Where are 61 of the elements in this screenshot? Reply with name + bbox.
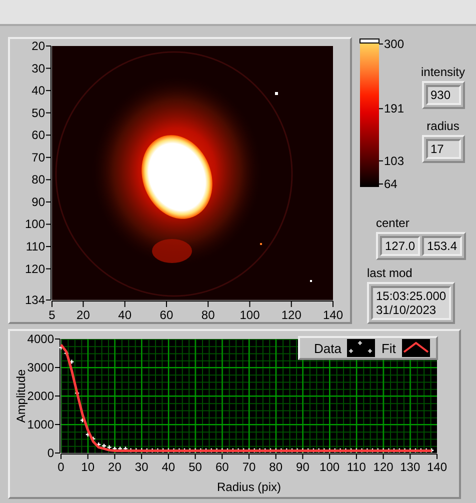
plus-markers-icon xyxy=(347,339,376,357)
tick-label: 60 xyxy=(215,460,229,474)
tick-label: 191 xyxy=(384,102,404,116)
tick-label: 40 xyxy=(118,308,132,322)
axis-title: Amplitude xyxy=(14,369,28,423)
tick-label: 20 xyxy=(32,39,45,53)
tick-label: 140 xyxy=(426,460,448,474)
tick-label: 80 xyxy=(32,172,45,187)
tick-label: 60 xyxy=(32,128,45,142)
tick-label: 110 xyxy=(26,240,45,254)
tick-label: 50 xyxy=(32,106,45,120)
tick-label: 50 xyxy=(188,460,202,474)
indicator-label: center xyxy=(376,216,410,230)
tick-label: 80 xyxy=(201,308,215,322)
tick-label: 4000 xyxy=(27,332,54,346)
tick-label: 30 xyxy=(134,460,148,474)
value-display: 17 xyxy=(426,139,460,159)
tick-mark xyxy=(378,108,384,110)
tick-label: 70 xyxy=(32,150,45,164)
tick-label: 40 xyxy=(162,460,176,474)
tick-label: 20 xyxy=(108,460,122,474)
indicator-label: last mod xyxy=(367,266,412,280)
value-display: 15:03:25.000 31/10/2023 xyxy=(371,286,452,320)
tick-label: 110 xyxy=(346,460,366,474)
tick-label: 3000 xyxy=(27,360,54,374)
tick-label: 30 xyxy=(32,61,45,76)
tick-label: 90 xyxy=(32,194,45,209)
tick-label: 64 xyxy=(384,177,398,190)
tick-label: 80 xyxy=(269,460,283,474)
value-display: 153.4 xyxy=(422,236,462,256)
tick-label: 0 xyxy=(47,446,54,460)
tick-label: 120 xyxy=(24,262,45,276)
tick-label: 100 xyxy=(240,308,260,322)
tick-label: 103 xyxy=(384,154,404,168)
tick-label: 120 xyxy=(373,460,394,474)
line-peak-icon xyxy=(402,339,430,357)
tick-label: 0 xyxy=(58,460,64,474)
tick-mark xyxy=(378,160,384,162)
legend-label: Data xyxy=(314,340,342,356)
tick-label: 120 xyxy=(281,308,302,322)
tick-label: 90 xyxy=(296,460,310,474)
indicator-label: intensity xyxy=(420,65,466,79)
tick-label: 100 xyxy=(24,217,45,232)
tick-label: 40 xyxy=(32,84,45,98)
tick-label: 20 xyxy=(76,308,90,322)
tick-label: 130 xyxy=(400,460,420,474)
tick-label: 140 xyxy=(322,308,344,322)
legend-label: Fit xyxy=(381,340,396,356)
tick-label: 2000 xyxy=(27,389,54,403)
value-display: 930 xyxy=(426,85,460,105)
tick-label: 70 xyxy=(242,460,256,474)
value-display: 127.0 xyxy=(380,236,420,256)
axis-title: Radius (pix) xyxy=(216,480,282,494)
tick-label: 100 xyxy=(320,460,340,474)
tick-label: 300 xyxy=(384,38,404,51)
tick-label: 60 xyxy=(160,308,174,322)
tick-label: 5 xyxy=(48,308,56,322)
indicator-label: radius xyxy=(426,119,460,133)
tick-label: 134 xyxy=(24,293,45,307)
tick-label: 10 xyxy=(81,460,95,474)
tick-label: 1000 xyxy=(27,418,54,432)
